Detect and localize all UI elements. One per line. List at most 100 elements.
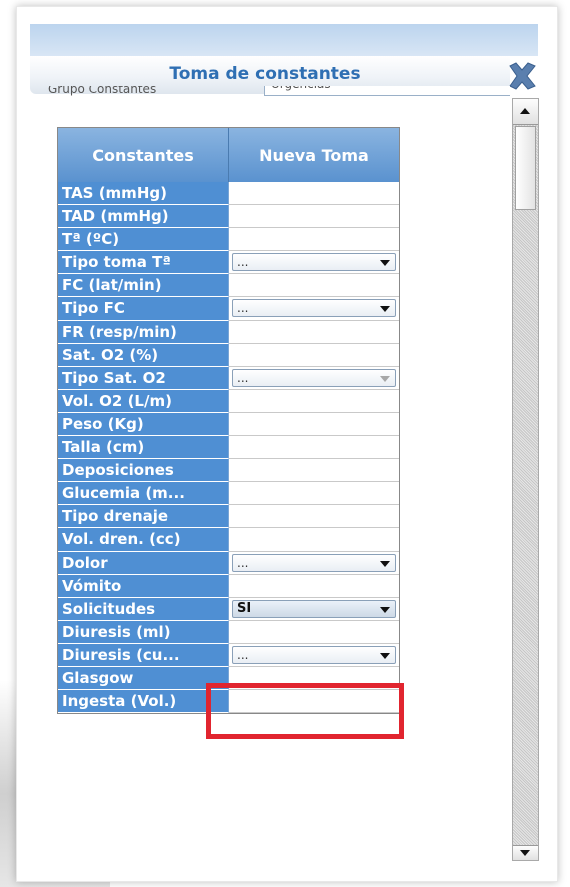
- constant-label: Diuresis (cu...: [58, 643, 229, 667]
- table-row: Vómito: [58, 574, 399, 598]
- value-input[interactable]: [229, 505, 399, 529]
- constant-label: Deposiciones: [58, 459, 229, 483]
- constant-label: Solicitudes: [58, 597, 229, 621]
- value-cell-select[interactable]: ...: [229, 551, 399, 575]
- table-row: Tipo Sat. O2...: [58, 366, 399, 390]
- constant-label: TAS (mmHg): [58, 182, 229, 206]
- dropdown-value: ...: [237, 370, 249, 385]
- header-constantes: Constantes: [58, 128, 229, 182]
- constant-label: Dolor: [58, 551, 229, 575]
- table-row: Talla (cm): [58, 436, 399, 460]
- dropdown-value: ...: [237, 647, 249, 662]
- table-body: TAS (mmHg) TAD (mmHg) Tª (ºC) Tipo toma Tª.…: [58, 182, 399, 714]
- constant-label: Sat. O2 (%): [58, 343, 229, 367]
- table-row: Vol. O2 (L/m): [58, 389, 399, 413]
- constant-label: Tipo drenaje: [58, 505, 229, 529]
- table-row: FR (resp/min): [58, 320, 399, 344]
- value-input[interactable]: [229, 320, 399, 344]
- table-row: TAS (mmHg): [58, 182, 399, 206]
- chevron-down-icon: [380, 306, 390, 313]
- group-select[interactable]: Urgencias: [264, 86, 510, 96]
- dropdown-value: ...: [237, 255, 249, 270]
- value-input[interactable]: [229, 574, 399, 598]
- table-row: FC (lat/min): [58, 274, 399, 298]
- group-row: Grupo Constantes Urgencias: [48, 86, 510, 108]
- value-dropdown[interactable]: ...: [232, 645, 396, 664]
- chevron-down-icon: [380, 652, 390, 659]
- value-input[interactable]: [229, 228, 399, 252]
- table-header: Constantes Nueva Toma: [58, 128, 399, 182]
- constant-label: Talla (cm): [58, 436, 229, 460]
- value-input[interactable]: [229, 182, 399, 206]
- value-input[interactable]: [229, 412, 399, 437]
- constant-label: FC (lat/min): [58, 274, 229, 298]
- constant-label: Tipo toma Tª: [58, 251, 229, 275]
- dropdown-value: ...: [237, 555, 249, 570]
- value-input[interactable]: [229, 482, 399, 506]
- table-row: Sat. O2 (%): [58, 343, 399, 367]
- table-row: Tipo toma Tª...: [58, 251, 399, 275]
- value-cell-select[interactable]: ...: [229, 251, 399, 275]
- value-dropdown[interactable]: ...: [232, 368, 396, 387]
- value-input[interactable]: [229, 274, 399, 298]
- table-row: Glasgow: [58, 666, 399, 691]
- value-dropdown[interactable]: ...: [232, 299, 396, 318]
- table-row: Diuresis (ml): [58, 620, 399, 644]
- chevron-down-icon: [380, 560, 390, 567]
- constant-label: Vol. dren. (cc): [58, 528, 229, 552]
- value-dropdown[interactable]: ...: [232, 253, 396, 272]
- chevron-down-icon: [380, 606, 390, 613]
- arrow-up-icon[interactable]: [513, 99, 538, 125]
- value-input[interactable]: [229, 343, 399, 367]
- vertical-scrollbar[interactable]: [512, 98, 539, 861]
- constant-label: Glasgow: [58, 666, 229, 691]
- table-row: Glucemia (m...: [58, 482, 399, 506]
- group-label: Grupo Constantes: [48, 86, 157, 96]
- constant-label: Tª (ºC): [58, 228, 229, 252]
- constant-label: FR (resp/min): [58, 320, 229, 344]
- value-input[interactable]: [229, 389, 399, 413]
- table-row: Tipo FC...: [58, 297, 399, 321]
- constant-label: Vol. O2 (L/m): [58, 389, 229, 413]
- dropdown-value: SI: [237, 600, 252, 616]
- constant-label: Tipo FC: [58, 297, 229, 321]
- table-row: Tª (ºC): [58, 228, 399, 252]
- table-row: Dolor...: [58, 551, 399, 575]
- header-nueva-toma: Nueva Toma: [229, 128, 399, 182]
- value-input[interactable]: [229, 528, 399, 552]
- table-row: Diuresis (cu......: [58, 643, 399, 667]
- value-dropdown[interactable]: SI: [232, 599, 396, 618]
- table-row: TAD (mmHg): [58, 205, 399, 229]
- table-row: Vol. dren. (cc): [58, 528, 399, 552]
- value-input[interactable]: [229, 620, 399, 644]
- value-cell-select[interactable]: ...: [229, 366, 399, 390]
- value-input[interactable]: [229, 205, 399, 229]
- value-dropdown[interactable]: ...: [232, 553, 396, 572]
- constant-label: Vómito: [58, 574, 229, 598]
- constant-label: Peso (Kg): [58, 412, 229, 437]
- value-cell-select[interactable]: ...: [229, 643, 399, 667]
- table-row: Ingesta (Vol.): [58, 690, 399, 714]
- value-input[interactable]: [229, 690, 399, 714]
- constant-label: Tipo Sat. O2: [58, 366, 229, 390]
- dialog-title: Toma de constantes: [169, 64, 361, 84]
- dialog-top-band: [30, 24, 538, 56]
- constant-label: Ingesta (Vol.): [58, 690, 229, 714]
- value-input[interactable]: [229, 666, 399, 691]
- constant-label: TAD (mmHg): [58, 205, 229, 229]
- constant-label: Diuresis (ml): [58, 620, 229, 644]
- value-input[interactable]: [229, 436, 399, 460]
- table-row: Peso (Kg): [58, 412, 399, 437]
- dropdown-value: ...: [237, 301, 249, 316]
- table-row: Tipo drenaje: [58, 505, 399, 529]
- value-cell-select[interactable]: SI: [229, 597, 399, 621]
- chevron-down-icon: [380, 375, 390, 382]
- constants-table: Constantes Nueva Toma TAS (mmHg) TAD (mmH…: [57, 127, 400, 715]
- table-row: Solicitudes SI: [58, 597, 399, 621]
- constant-label: Glucemia (m...: [58, 482, 229, 506]
- table-row: Deposiciones: [58, 459, 399, 483]
- arrow-down-icon[interactable]: [513, 845, 538, 860]
- value-input[interactable]: [229, 459, 399, 483]
- scrollbar-thumb[interactable]: [515, 126, 536, 210]
- value-cell-select[interactable]: ...: [229, 297, 399, 321]
